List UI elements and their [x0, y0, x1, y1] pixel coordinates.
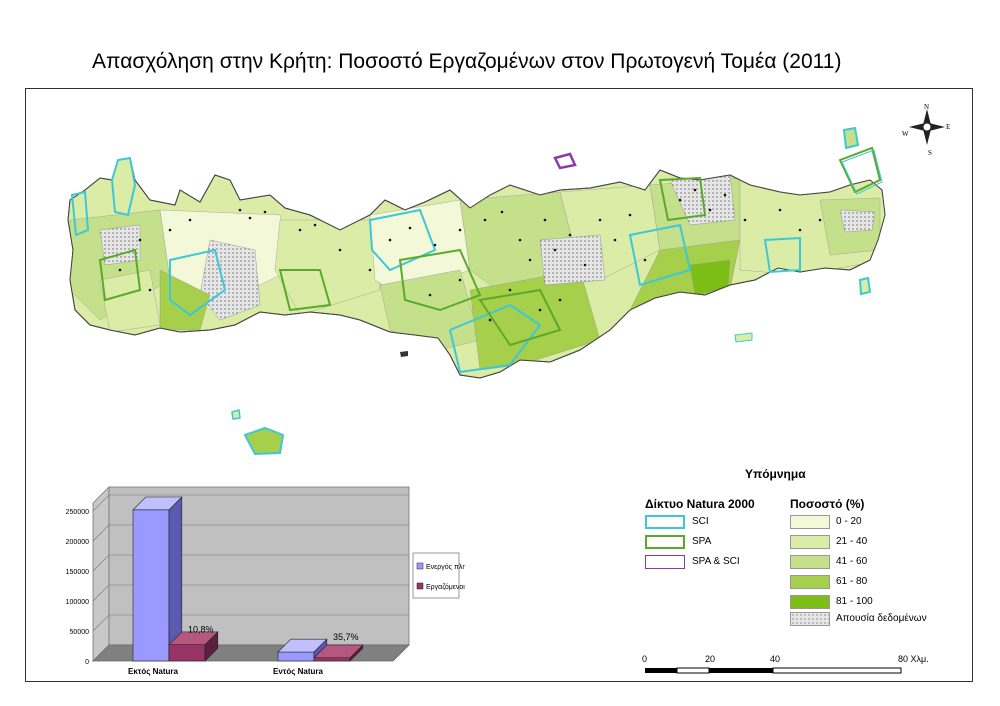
legend-pct-81-100-label: 81 - 100: [836, 596, 873, 607]
legend-title: Υπόμνημα: [745, 467, 806, 481]
legend-pct-0-20-label: 0 - 20: [836, 516, 862, 527]
employment-bar-chart: 0 50000 100000 150000 200000 250000 10,8% Εκτός…: [66, 486, 465, 676]
data-label: 35,7%: [333, 632, 359, 642]
legend-pct-81-100-swatch: [790, 595, 830, 609]
compass-n: N: [924, 103, 929, 111]
bar: [277, 651, 315, 662]
scale-label-40: 40: [770, 654, 781, 664]
bar: [132, 509, 170, 662]
crete-map: [67, 126, 886, 456]
data-label: 10,8%: [188, 625, 214, 635]
x-category-label: Εκτός Natura: [128, 667, 179, 676]
legend-sci-label: SCI: [692, 516, 709, 527]
legend-spa-label: SPA: [692, 536, 712, 547]
y-tick-label: 0: [85, 659, 89, 666]
legend-pct-61-80-swatch: [790, 575, 830, 589]
chart-legend-swatch: [416, 562, 424, 570]
compass-w: W: [902, 130, 909, 138]
legend-pct-61-80-label: 61 - 80: [836, 576, 868, 587]
north-arrow-icon: N E S W: [902, 103, 950, 157]
legend-pct-21-40-swatch: [790, 535, 830, 549]
y-tick-label: 150000: [66, 569, 89, 576]
scale-label-0: 0: [642, 654, 648, 664]
legend-spa-sci-label: SPA & SCI: [692, 556, 740, 567]
bar: [313, 657, 351, 662]
legend-spa-sci-swatch: [645, 555, 685, 569]
chart-legend-swatch: [416, 582, 424, 590]
gavdos-island: [243, 426, 285, 456]
y-tick-label: 250000: [66, 509, 89, 516]
legend-percent-title: Ποσοστό (%): [790, 497, 865, 511]
legend-spa-swatch: [645, 535, 685, 549]
compass-s: S: [928, 149, 932, 157]
scale-label-80: 80 Χλμ.: [898, 654, 929, 664]
map-title: Απασχόληση στην Κρήτη: Ποσοστό Εργαζομέν…: [92, 50, 842, 73]
legend-sci-swatch: [645, 515, 685, 529]
chart-side-wall: [92, 486, 110, 662]
legend-pct-41-60-label: 41 - 60: [836, 556, 868, 567]
scale-bar: [645, 667, 902, 674]
bar: [168, 644, 206, 662]
legend-natura-title: Δίκτυο Natura 2000: [645, 497, 755, 511]
legend-pct-21-40-label: 21 - 40: [836, 536, 868, 547]
legend-no-data-label: Απουσία δεδομένων: [836, 613, 927, 624]
compass-e: E: [946, 123, 950, 131]
y-tick-label: 200000: [66, 539, 89, 546]
y-tick-label: 50000: [70, 629, 90, 636]
y-tick-label: 100000: [66, 599, 89, 606]
legend-no-data-swatch: [790, 612, 830, 626]
legend-pct-0-20-swatch: [790, 515, 830, 529]
scale-label-20: 20: [705, 654, 716, 664]
chart-legend-box: [412, 552, 460, 599]
x-category-label: Εντός Natura: [273, 667, 324, 676]
legend-pct-41-60-swatch: [790, 555, 830, 569]
